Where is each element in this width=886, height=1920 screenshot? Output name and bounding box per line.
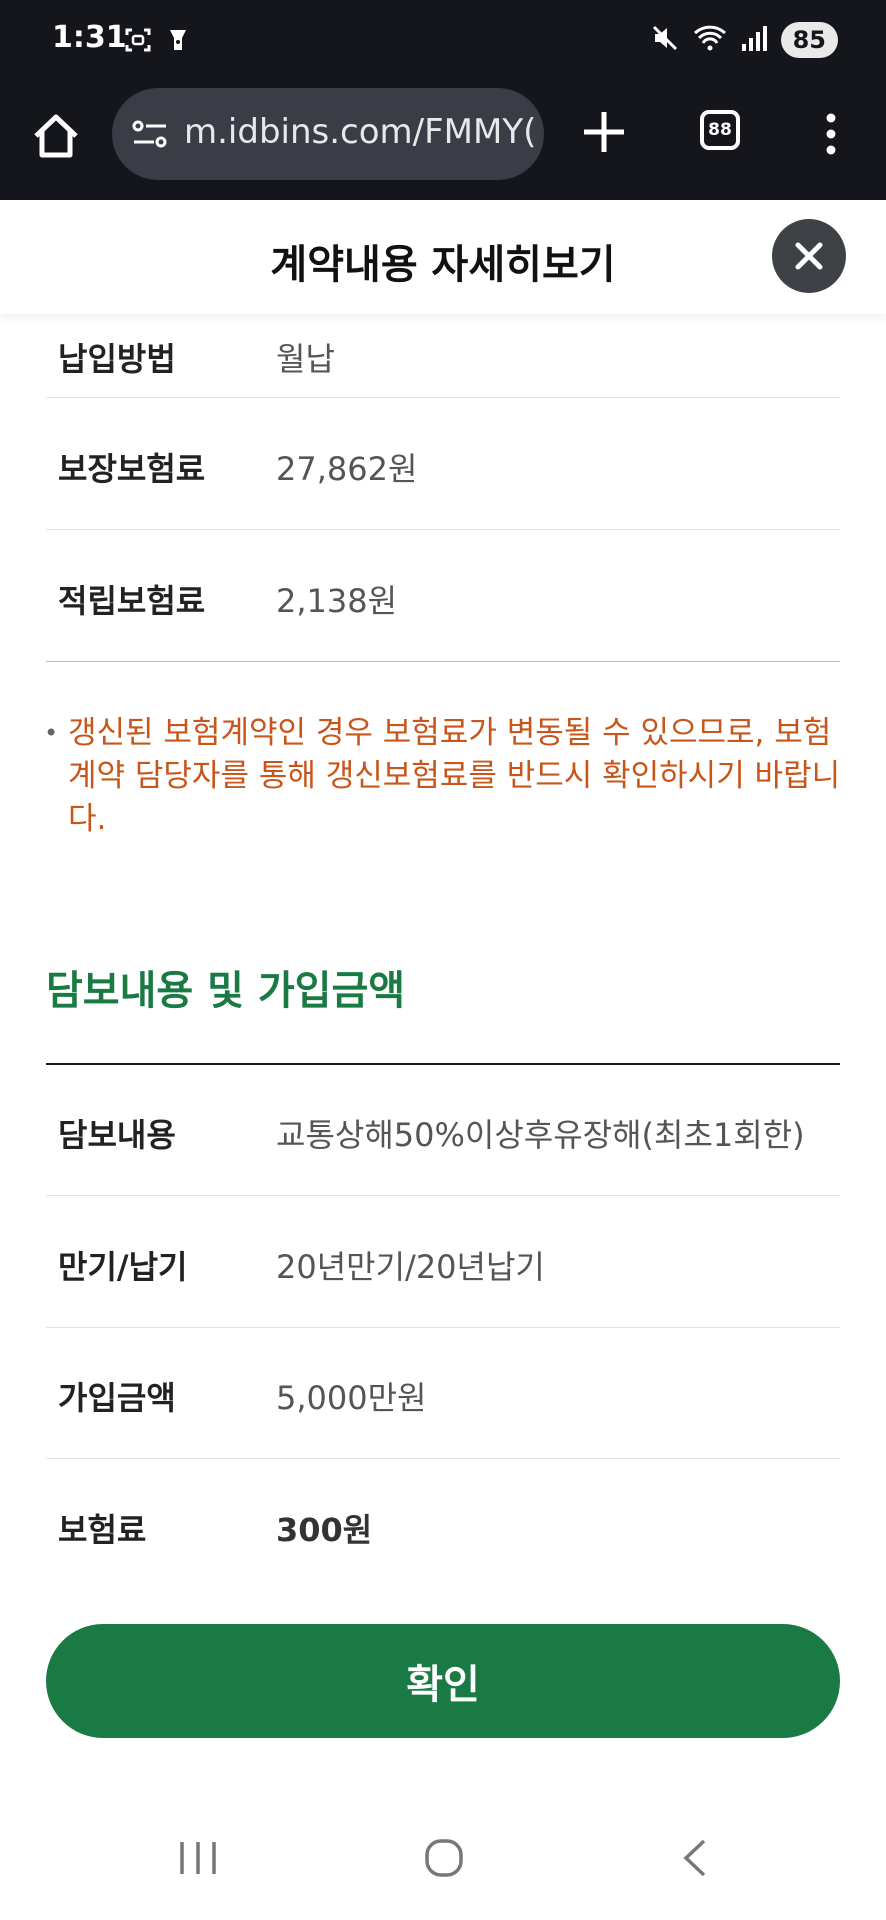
- mute-icon: [651, 24, 679, 56]
- table-row-insured-amount: 가입금액 5,000만원: [46, 1328, 840, 1459]
- row-label: 가입금액: [58, 1379, 176, 1417]
- notice-text: 갱신된 보험계약인 경우 보험료가 변동될 수 있으므로, 보험계약 담당자를 …: [68, 715, 841, 837]
- browser-toolbar: m.idbins.com/FMMY( 88: [0, 82, 886, 200]
- section-title: 담보내용 및 가입금액: [46, 968, 406, 1014]
- back-icon[interactable]: [680, 1838, 710, 1882]
- site-settings-icon[interactable]: [132, 118, 168, 154]
- modal-content: 납입방법 월납 보장보험료 27,862원 적립보험료 2,138원 • 갱신된…: [0, 314, 886, 1798]
- status-right-icons: 85: [651, 22, 838, 58]
- row-label: 만기/납기: [58, 1248, 188, 1286]
- signal-icon: [741, 24, 767, 56]
- modal-header: 계약내용 자세히보기: [0, 200, 886, 314]
- status-time: 1:31: [52, 20, 127, 55]
- row-label: 보험료: [58, 1511, 147, 1549]
- wifi-icon: [693, 24, 727, 56]
- more-menu-icon[interactable]: [820, 112, 842, 156]
- new-tab-icon[interactable]: [578, 106, 630, 158]
- row-value: 20년만기/20년납기: [276, 1248, 545, 1286]
- status-bar: 1:31 85: [0, 0, 886, 82]
- table-row-premium: 보험료 300원: [46, 1459, 840, 1591]
- address-bar[interactable]: m.idbins.com/FMMY(: [112, 88, 544, 180]
- table-row-term: 만기/납기 20년만기/20년납기: [46, 1196, 840, 1328]
- battery-indicator: 85: [780, 22, 838, 58]
- row-value: 27,862원: [276, 450, 418, 488]
- table-row-savings-premium: 적립보험료 2,138원: [46, 530, 840, 662]
- row-label: 납입방법: [58, 340, 176, 378]
- confirm-button[interactable]: 확인: [46, 1624, 840, 1738]
- row-label: 적립보험료: [58, 582, 206, 620]
- row-label: 담보내용: [58, 1116, 176, 1154]
- recent-apps-icon[interactable]: [178, 1840, 218, 1880]
- table-row-coverage: 담보내용 교통상해50%이상후유장해(최초1회한): [46, 1065, 840, 1196]
- status-left-icons: [124, 26, 190, 58]
- url-text[interactable]: m.idbins.com/FMMY(: [184, 112, 534, 152]
- row-value: 5,000만원: [276, 1379, 427, 1417]
- row-value: 2,138원: [276, 582, 398, 620]
- system-nav-bar: [0, 1798, 886, 1920]
- home-icon[interactable]: [28, 108, 84, 164]
- screenshot-icon: [124, 26, 152, 58]
- table-row-payment-method: 납입방법 월납: [46, 314, 840, 398]
- row-value: 월납: [276, 340, 335, 378]
- row-value: 교통상해50%이상후유장해(최초1회한): [276, 1116, 805, 1154]
- row-label: 보장보험료: [58, 450, 206, 488]
- table-row-coverage-premium: 보장보험료 27,862원: [46, 398, 840, 530]
- row-value: 300원: [276, 1511, 373, 1549]
- notice-bullet: •: [44, 719, 59, 747]
- tabs-icon[interactable]: 88: [700, 110, 740, 150]
- close-icon[interactable]: [772, 219, 846, 293]
- modal-title: 계약내용 자세히보기: [270, 242, 616, 288]
- home-circle-icon[interactable]: [424, 1838, 464, 1882]
- flashlight-icon: [166, 26, 190, 58]
